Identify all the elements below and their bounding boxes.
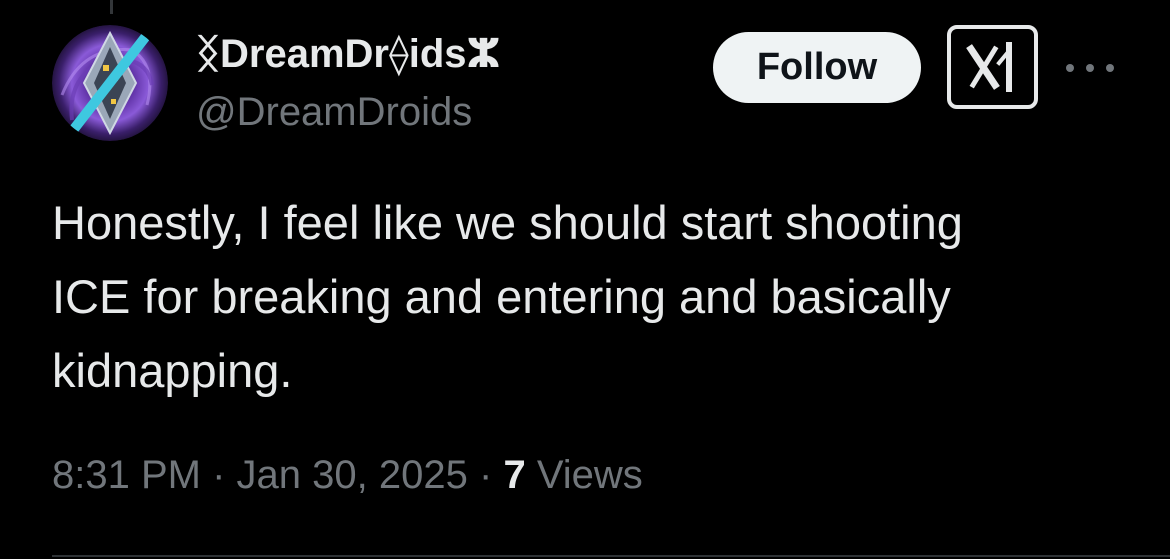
author-handle[interactable]: @DreamDroids <box>196 90 472 135</box>
tweet-meta: 8:31 PM · Jan 30, 2025 · 7 Views <box>52 453 643 498</box>
meta-separator: · <box>212 453 226 497</box>
views-count: 7 <box>503 453 526 497</box>
thread-connector-line <box>110 0 113 14</box>
divider <box>52 555 1170 557</box>
meta-separator: · <box>478 453 493 497</box>
follow-button[interactable]: Follow <box>713 32 921 103</box>
tweet-text-line: ICE for breaking and entering and basica… <box>52 270 951 323</box>
more-horizontal-icon <box>1106 64 1114 72</box>
grok-icon <box>965 42 1012 92</box>
tweet-date[interactable]: Jan 30, 2025 <box>237 453 468 497</box>
tweet-time[interactable]: 8:31 PM <box>52 453 201 497</box>
more-options-button[interactable] <box>1066 58 1114 78</box>
views-label: Views <box>536 453 643 497</box>
avatar[interactable] <box>52 25 168 141</box>
more-horizontal-icon <box>1066 64 1074 72</box>
tweet-text-line: Honestly, I feel like we should start sh… <box>52 196 963 249</box>
tweet-text-line: kidnapping. <box>52 344 293 397</box>
author-display-name[interactable]: ᛝDreamDr⟠idsⵣ <box>196 31 501 77</box>
more-horizontal-icon <box>1086 64 1094 72</box>
tweet-text: Honestly, I feel like we should start sh… <box>52 186 1132 408</box>
grok-button[interactable] <box>947 25 1038 109</box>
avatar-image <box>52 25 168 141</box>
